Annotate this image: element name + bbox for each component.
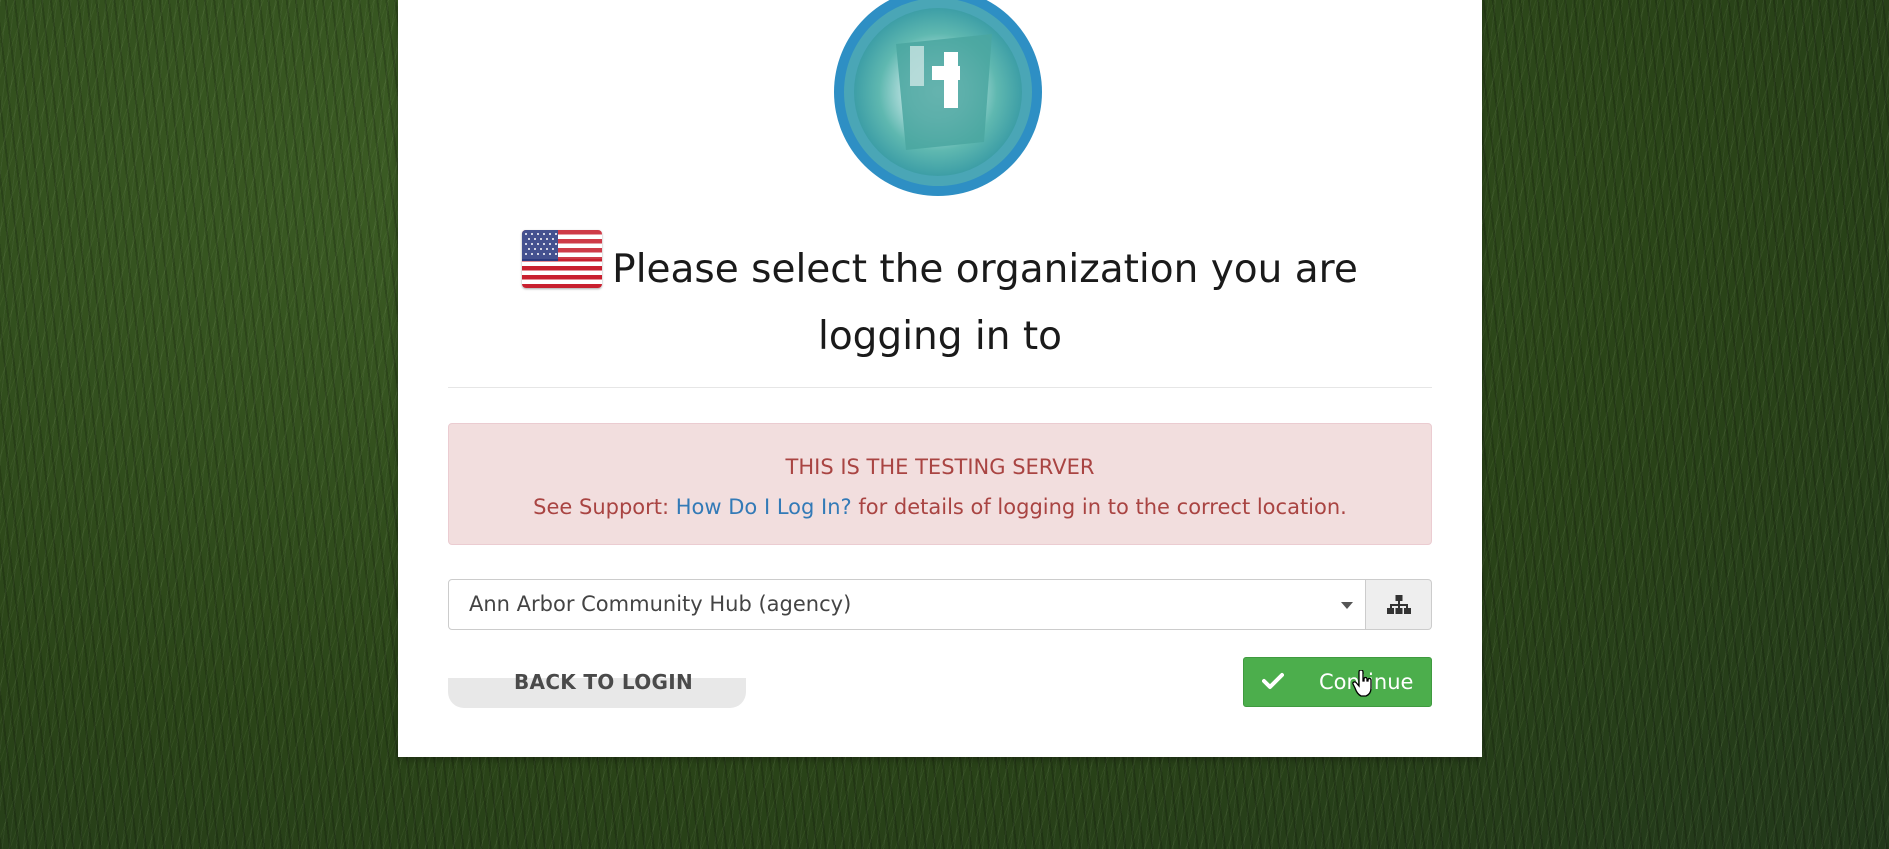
us-flag-icon[interactable]: [522, 230, 603, 288]
alert-prefix: See Support:: [533, 495, 676, 519]
back-to-login-label[interactable]: BACK TO LOGIN: [514, 668, 693, 696]
alert-message: See Support: How Do I Log In? for detail…: [449, 492, 1431, 522]
organization-select[interactable]: Ann Arbor Community Hub (agency): [448, 579, 1366, 630]
org-select-card: Please select the organization you are l…: [398, 0, 1482, 757]
how-do-i-log-in-link[interactable]: How Do I Log In?: [676, 495, 852, 519]
hand-cursor-icon: [1352, 669, 1374, 698]
organization-select-value: Ann Arbor Community Hub (agency): [469, 592, 852, 616]
testing-server-alert: THIS IS THE TESTING SERVER See Support: …: [448, 423, 1432, 545]
organization-tree-button[interactable]: [1366, 579, 1432, 630]
chevron-down-icon[interactable]: [1341, 602, 1353, 609]
alert-title: THIS IS THE TESTING SERVER: [785, 455, 1095, 479]
alert-suffix: for details of logging in to the correct…: [851, 495, 1347, 519]
page-title-text: Please select the organization you are l…: [612, 247, 1358, 359]
check-icon: [1262, 673, 1284, 689]
app-logo-icon: [832, 0, 1044, 198]
sitemap-icon: [1387, 595, 1411, 614]
page-title: Please select the organization you are l…: [448, 230, 1432, 370]
page-background: { "heading": { "text": "Please select th…: [0, 0, 1889, 849]
continue-button[interactable]: Continue: [1243, 657, 1432, 707]
divider: [448, 387, 1432, 388]
